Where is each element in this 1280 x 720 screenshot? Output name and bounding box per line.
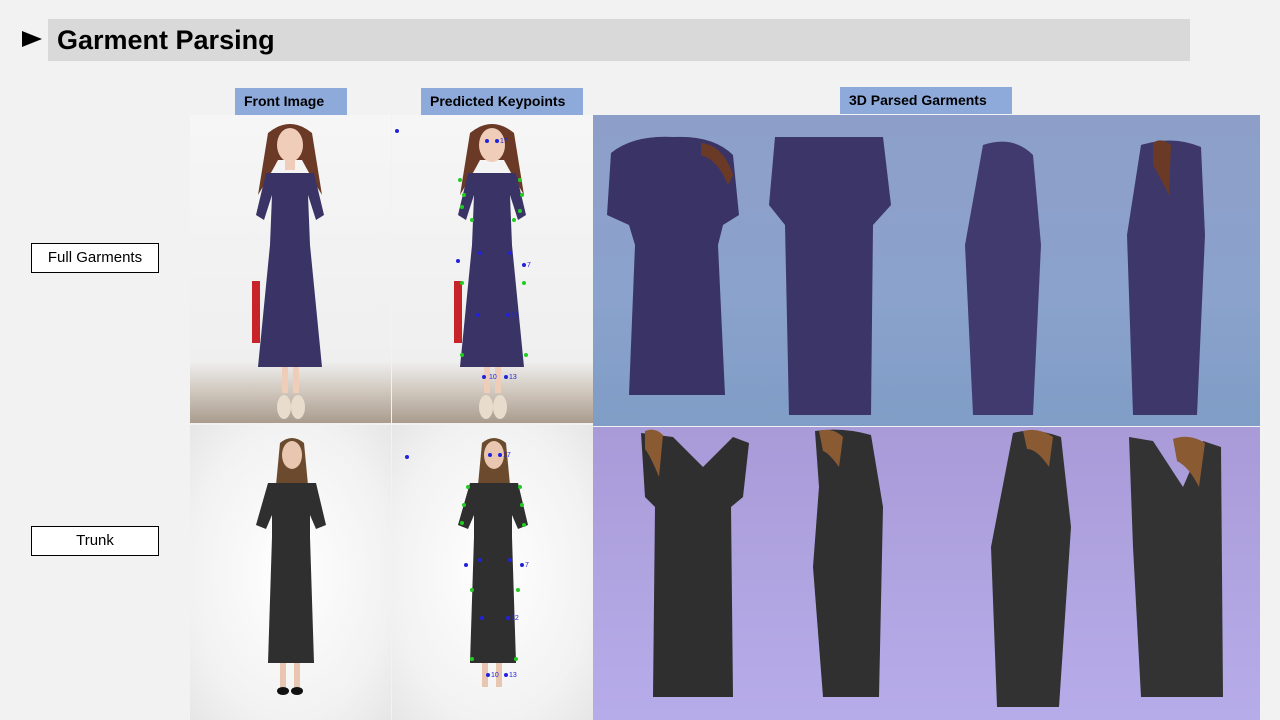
row1-front-photo (190, 115, 391, 423)
row2-keypoints-photo: 10 13 7 12 17 (392, 425, 593, 720)
row1-3d-garments (593, 115, 1260, 426)
kp-label-7: 7 (527, 262, 531, 269)
kp2-label-10: 10 (491, 672, 499, 679)
kp-label-17: 17 (500, 138, 508, 145)
kp2-label-13: 13 (509, 672, 517, 679)
kp2-label-17: 17 (503, 452, 511, 459)
kp2-label-12: 12 (511, 615, 519, 622)
parsed-garments-header: 3D Parsed Garments (840, 87, 1012, 114)
kp2-label-7: 7 (525, 562, 529, 569)
row2-front-photo (190, 425, 391, 720)
row1-keypoints-photo: 10 13 7 14 17 (392, 115, 593, 423)
page-title: Garment Parsing (57, 25, 275, 55)
row-label-full-garments: Full Garments (31, 243, 159, 273)
kp-label-13: 13 (509, 374, 517, 381)
kp-label-14: 14 (511, 312, 519, 319)
kp-label-10: 10 (489, 374, 497, 381)
row2-3d-garments (593, 427, 1260, 720)
row-label-trunk: Trunk (31, 526, 159, 556)
predicted-keypoints-header: Predicted Keypoints (421, 88, 583, 115)
title-arrow-icon (22, 31, 42, 47)
front-image-header: Front Image (235, 88, 347, 115)
